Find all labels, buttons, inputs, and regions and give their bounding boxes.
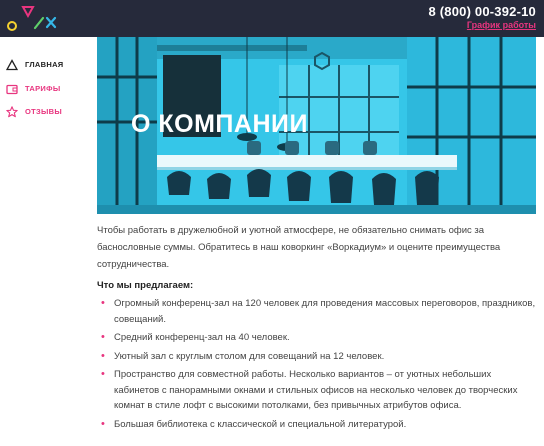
logo-icon[interactable] bbox=[4, 4, 60, 34]
list-item: • Уютный зал с круглым столом для совещан… bbox=[97, 349, 537, 365]
list-item-text: Пространство для совместной работы. Неск… bbox=[114, 369, 518, 411]
sidebar-item-home[interactable]: ГЛАВНАЯ bbox=[5, 57, 64, 71]
top-bar: 8 (800) 00-392-10 График работы bbox=[0, 0, 544, 37]
home-triangle-icon bbox=[5, 58, 19, 71]
list-item-text: Уютный зал с круглым столом для совещани… bbox=[114, 350, 385, 362]
sidebar-item-tariffs[interactable]: ТАРИФЫ bbox=[6, 81, 60, 95]
list-item: • Пространство для совместной работы. Нес… bbox=[97, 367, 537, 414]
list-item-text: Средний конференц-зал на 40 человек. bbox=[114, 332, 290, 343]
sidebar-item-label: ТАРИФЫ bbox=[25, 83, 61, 93]
bullet-icon: • bbox=[101, 349, 105, 362]
sidebar-item-label: ГЛАВНАЯ bbox=[25, 59, 64, 69]
bullet-icon: • bbox=[101, 417, 105, 430]
hero-banner: О КОМПАНИИ bbox=[97, 37, 536, 214]
wallet-icon bbox=[6, 82, 18, 95]
offer-list: • Огромный конференц-зал на 120 человек д… bbox=[97, 296, 537, 432]
sidebar-item-label: ОТЗЫВЫ bbox=[25, 106, 63, 116]
schedule-link[interactable]: График работы bbox=[467, 20, 536, 30]
list-item: • Средний конференц-зал на 40 человек. bbox=[97, 330, 537, 346]
main-content: Чтобы работать в дружелюбной и уютной ат… bbox=[97, 222, 537, 435]
sidebar-item-reviews[interactable]: ОТЗЫВЫ bbox=[6, 104, 62, 118]
bullet-icon: • bbox=[101, 297, 105, 309]
list-item-text: Большая библиотека с классической и спец… bbox=[114, 418, 407, 430]
star-icon bbox=[6, 105, 18, 118]
list-item: • Огромный конференц-зал на 120 человек д… bbox=[97, 296, 537, 327]
bullet-icon: • bbox=[101, 331, 105, 343]
intro-text: Чтобы работать в дружелюбной и уютной ат… bbox=[97, 225, 501, 270]
offer-heading: Что мы предлагаем: bbox=[97, 280, 194, 291]
sidebar: ГЛАВНАЯ ТАРИФЫ ОТЗЫВЫ bbox=[0, 37, 96, 446]
phone-number[interactable]: 8 (800) 00-392-10 bbox=[429, 4, 536, 19]
list-item: • Большая библиотека с классической и спе… bbox=[97, 417, 537, 433]
bullet-icon: • bbox=[101, 368, 105, 380]
page-title: О КОМПАНИИ bbox=[131, 110, 308, 138]
list-item-text: Огромный конференц-зал на 120 человек дл… bbox=[114, 298, 536, 325]
